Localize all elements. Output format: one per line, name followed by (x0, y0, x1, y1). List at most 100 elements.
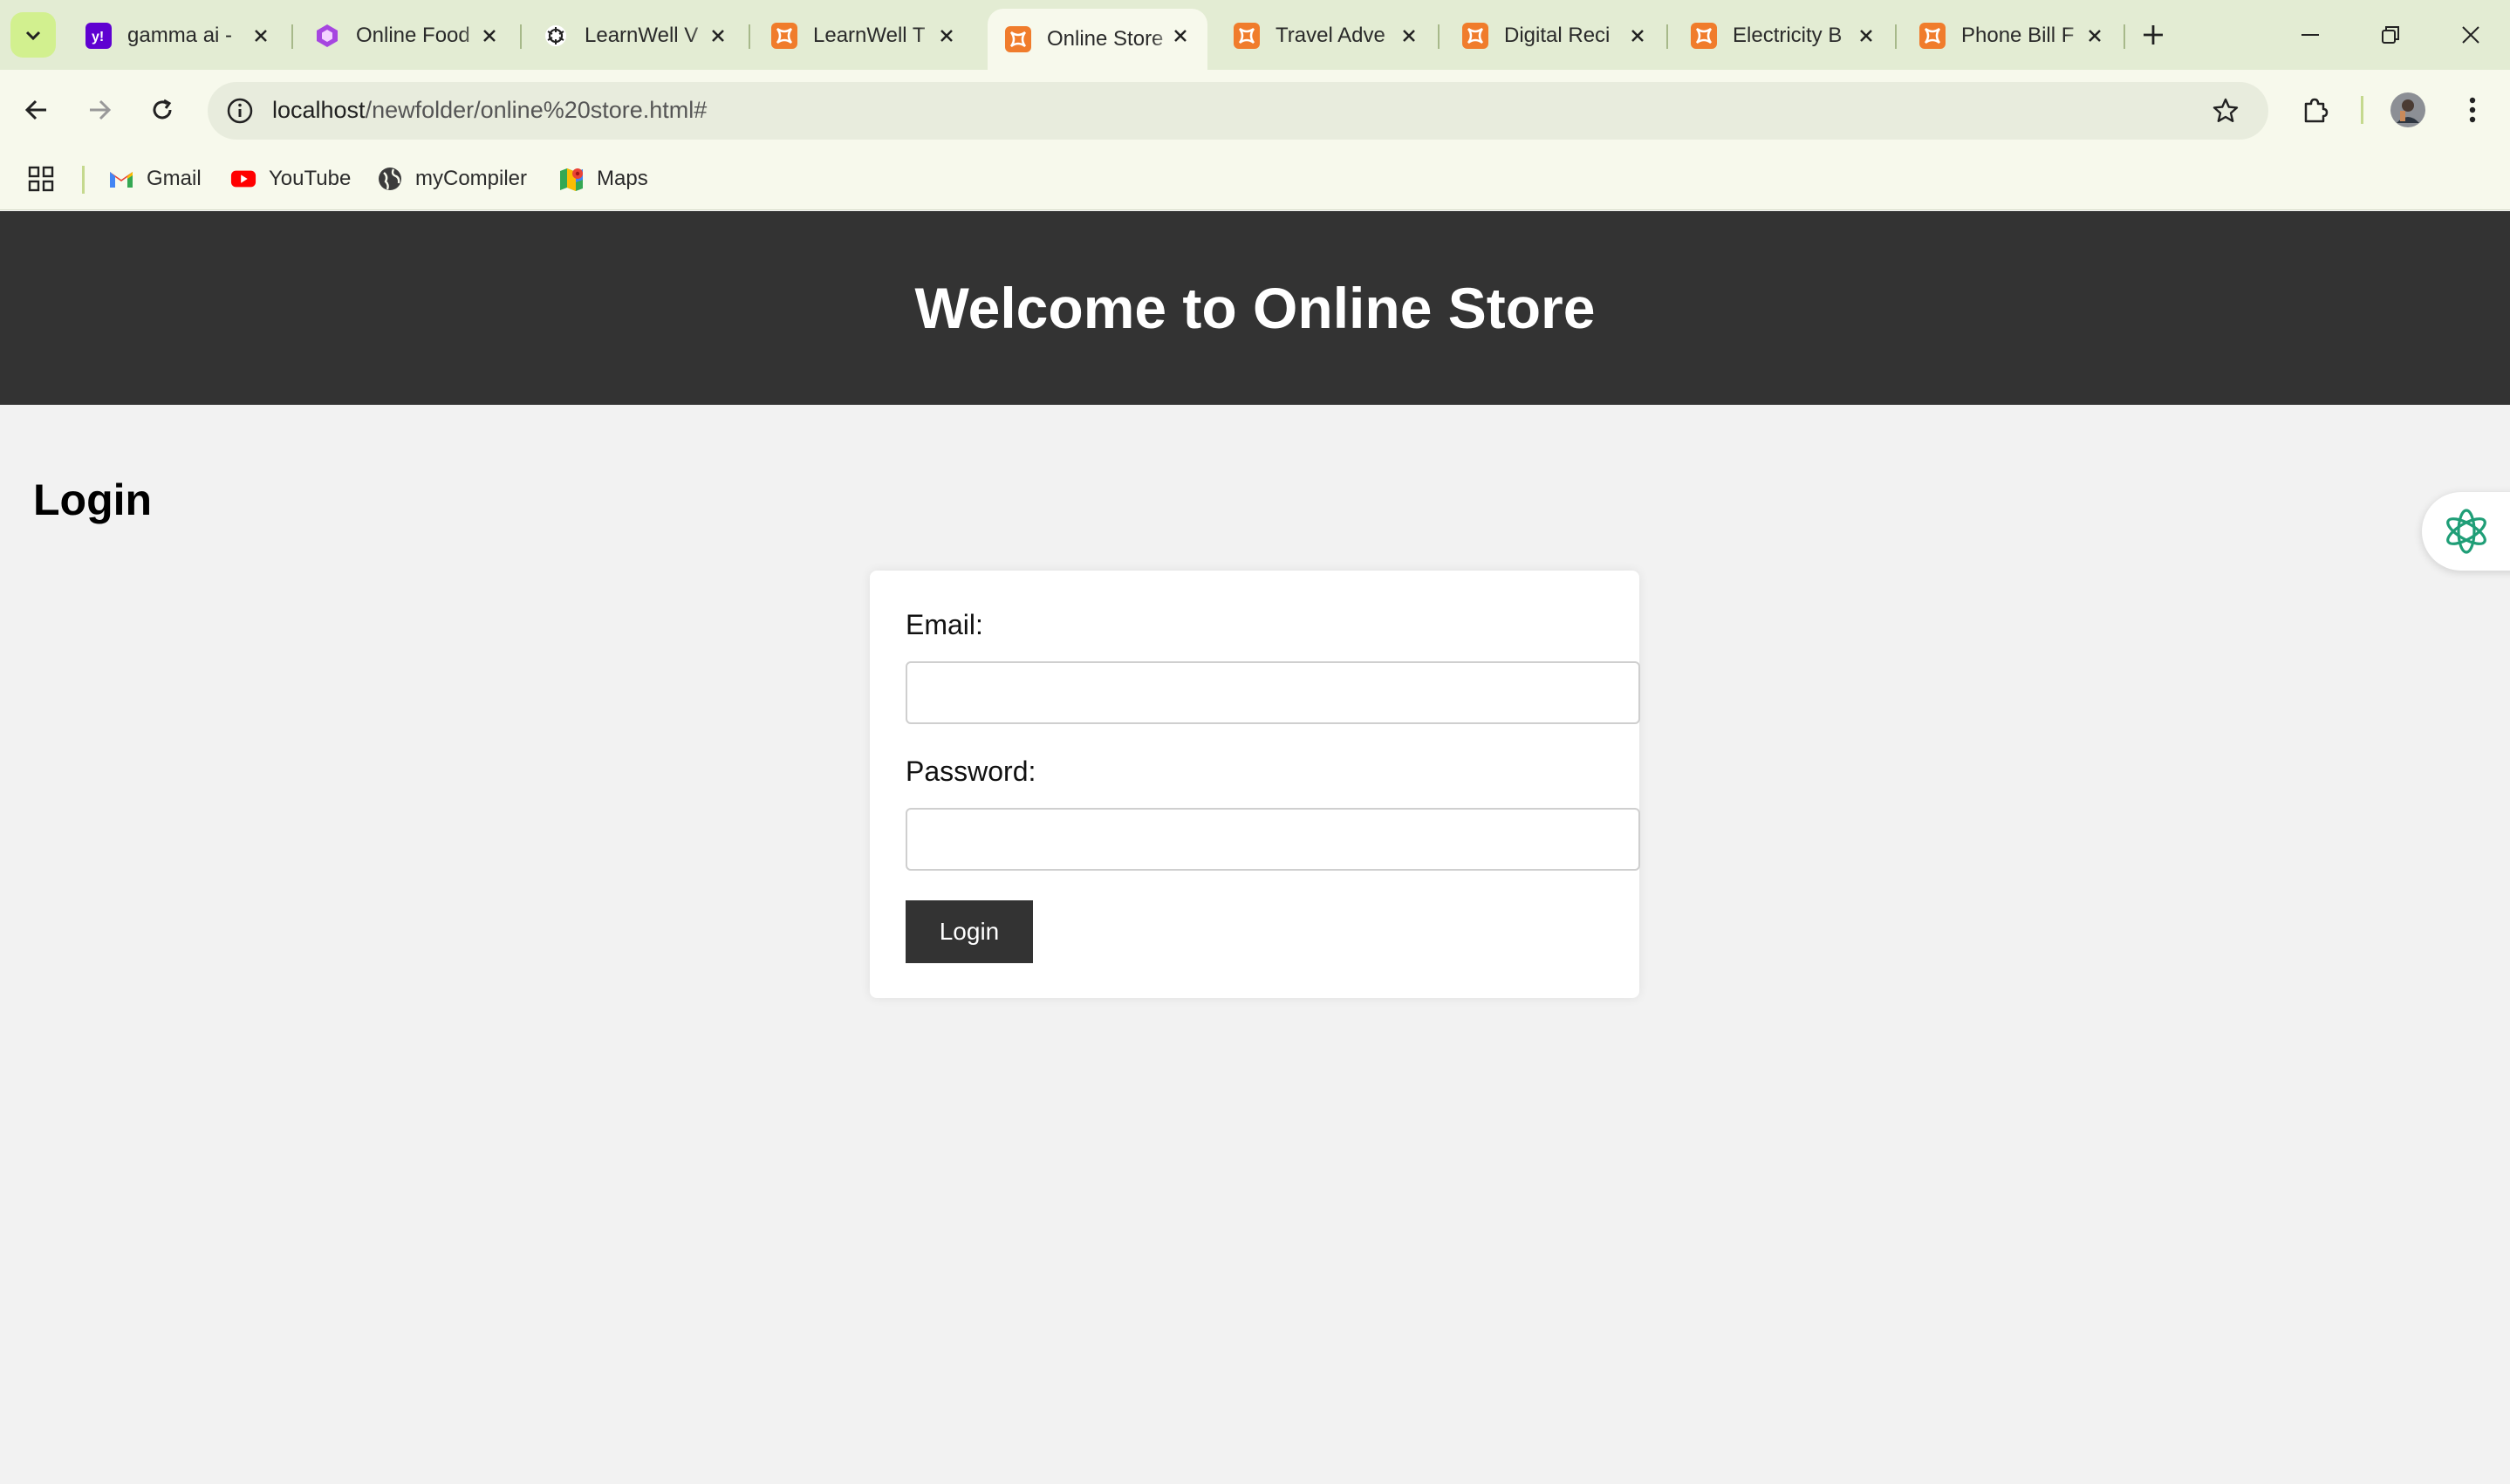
youtube-icon (230, 166, 256, 192)
tab-title: Travel Adve (1276, 24, 1385, 47)
tab-online-food[interactable]: Online Food (297, 9, 516, 63)
reload-button[interactable] (141, 89, 183, 131)
xampp-icon (1234, 23, 1260, 49)
forward-button[interactable] (79, 89, 120, 131)
apps-grid-icon (28, 166, 54, 192)
bookmark-label: YouTube (269, 167, 352, 190)
address-bar[interactable]: localhost/newfolder/online%20store.html# (208, 82, 2268, 140)
close-icon[interactable] (1626, 24, 1649, 47)
gmail-icon (108, 166, 134, 192)
ai-sparkle-icon (2446, 509, 2486, 554)
bookmark-youtube[interactable]: YouTube (230, 162, 351, 195)
xampp-icon (1919, 23, 1946, 49)
tab-separator (749, 24, 750, 49)
close-icon[interactable] (935, 24, 958, 47)
tab-title: Online Store (1047, 27, 1164, 51)
tab-title: Digital Reci (1504, 24, 1611, 47)
bookmark-mycompiler[interactable]: myCompiler (377, 162, 527, 195)
openai-icon (543, 23, 569, 49)
tab-learnwell-v[interactable]: LearnWell V (525, 9, 745, 63)
close-icon[interactable] (707, 24, 729, 47)
tab-travel-adventures[interactable]: Travel Adve (1216, 9, 1436, 63)
url-text[interactable]: localhost/newfolder/online%20store.html# (272, 97, 707, 124)
tab-separator (1666, 24, 1668, 49)
close-icon (2462, 26, 2479, 44)
password-label: Password: (906, 756, 1036, 787)
close-icon[interactable] (2083, 24, 2106, 47)
email-label: Email: (906, 609, 983, 640)
apps-button[interactable] (28, 162, 54, 195)
reload-icon (153, 99, 172, 120)
profile-avatar[interactable] (2387, 89, 2429, 131)
restore-icon (2382, 26, 2399, 44)
ai-assistant-button[interactable] (2422, 492, 2510, 571)
gamma-icon (314, 23, 340, 49)
close-icon[interactable] (1398, 24, 1420, 47)
tab-digital-recipe[interactable]: Digital Reci (1445, 9, 1665, 63)
login-heading: Login (33, 475, 153, 524)
tab-separator (1895, 24, 1897, 49)
minimize-button[interactable] (2284, 12, 2336, 58)
browser-chrome: y! gamma ai - Online Food LearnWell V Le… (0, 0, 2510, 210)
tab-gamma-ai[interactable]: y! gamma ai - (68, 9, 288, 63)
tab-title: Phone Bill F (1961, 24, 2075, 47)
bookmark-star-icon[interactable] (2207, 92, 2244, 129)
bookmarks-separator (82, 166, 85, 194)
close-window-button[interactable] (2445, 12, 2497, 58)
page-header: Welcome to Online Store (0, 211, 2510, 405)
svg-text:y!: y! (92, 30, 104, 44)
bookmark-label: Gmail (147, 167, 202, 190)
tab-phone-bill[interactable]: Phone Bill F (1902, 9, 2122, 63)
restore-button[interactable] (2364, 12, 2417, 58)
toolbar-separator (2361, 96, 2363, 124)
url-path: /newfolder/online%20store.html# (365, 97, 708, 123)
chevron-down-icon (25, 31, 41, 41)
tab-title: LearnWell V (585, 24, 699, 47)
tab-electricity-bill[interactable]: Electricity B (1673, 9, 1893, 63)
tab-title: Electricity B (1733, 24, 1843, 47)
bookmark-label: myCompiler (415, 167, 528, 190)
tab-separator (1438, 24, 1440, 49)
bookmarks-bar: Gmail YouTube myCompiler Maps (0, 150, 2510, 210)
kebab-menu-icon (2469, 97, 2476, 123)
arrow-left-icon (24, 99, 46, 120)
email-field[interactable] (906, 661, 1640, 724)
site-info-icon[interactable] (222, 92, 258, 129)
new-tab-button[interactable] (2134, 16, 2172, 54)
tab-search-button[interactable] (10, 12, 56, 58)
avatar-icon (2390, 92, 2425, 127)
puzzle-icon (2304, 98, 2329, 123)
password-field[interactable] (906, 808, 1640, 871)
plus-icon (2144, 25, 2163, 44)
tab-title: Online Food (356, 24, 470, 47)
bookmark-maps[interactable]: Maps (558, 162, 648, 195)
page-title: Welcome to Online Store (914, 276, 1596, 340)
globe-icon (377, 166, 403, 192)
bookmark-gmail[interactable]: Gmail (108, 162, 202, 195)
bookmark-label: Maps (597, 167, 648, 190)
back-button[interactable] (16, 89, 58, 131)
browser-toolbar: localhost/newfolder/online%20store.html# (0, 70, 2510, 150)
tab-title: gamma ai - (127, 24, 233, 47)
tab-separator (520, 24, 522, 49)
tab-separator (2124, 24, 2125, 49)
tab-strip: y! gamma ai - Online Food LearnWell V Le… (0, 0, 2510, 70)
close-icon[interactable] (1855, 24, 1877, 47)
tab-online-store[interactable]: Online Store (988, 9, 1207, 70)
tab-title: LearnWell T (813, 24, 926, 47)
close-icon[interactable] (250, 24, 272, 47)
xampp-icon (1462, 23, 1488, 49)
url-host: localhost (272, 97, 366, 123)
minimize-icon (2301, 34, 2319, 36)
close-icon[interactable] (1169, 24, 1192, 47)
xampp-icon (771, 23, 797, 49)
yahoo-icon: y! (85, 23, 112, 49)
extensions-button[interactable] (2295, 89, 2336, 131)
login-button[interactable]: Login (906, 900, 1033, 963)
tab-learnwell-t[interactable]: LearnWell T (754, 9, 974, 63)
menu-button[interactable] (2452, 89, 2493, 131)
xampp-icon (1691, 23, 1717, 49)
xampp-icon (1005, 26, 1031, 52)
close-icon[interactable] (478, 24, 501, 47)
tab-separator (291, 24, 293, 49)
